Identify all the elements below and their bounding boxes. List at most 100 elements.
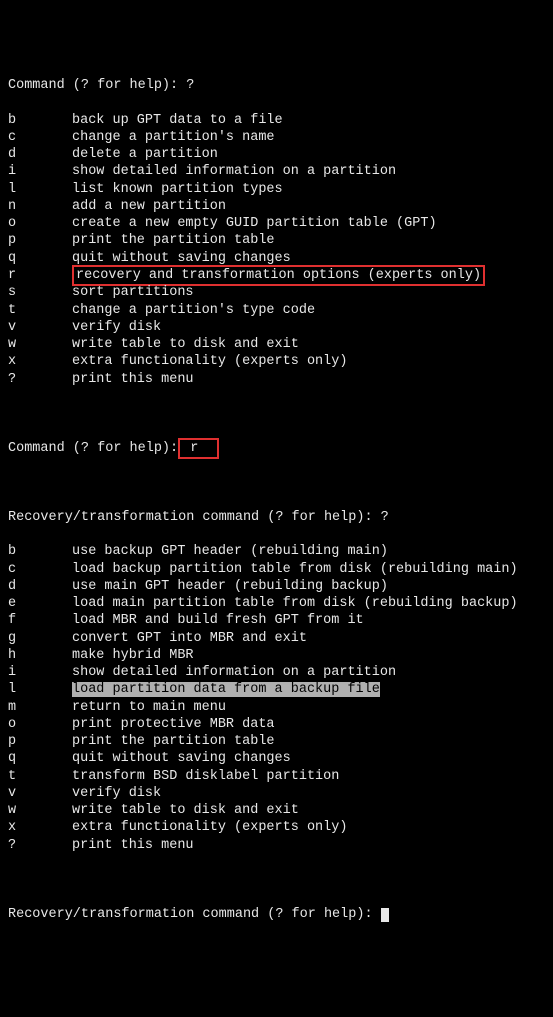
menu-key: e [8,595,72,612]
menu-key: m [8,699,72,716]
menu-item: tchange a partition's type code [8,302,545,319]
menu-item: cload backup partition table from disk (… [8,561,545,578]
menu-item: ?print this menu [8,837,545,854]
menu-description: use main GPT header (rebuilding backup) [72,579,388,594]
menu-key: v [8,319,72,336]
prompt-line-2: Command (? for help): r [8,440,545,457]
menu-item: qquit without saving changes [8,750,545,767]
menu-key: l [8,681,72,698]
main-menu: bback up GPT data to a filecchange a par… [8,112,545,388]
menu-description: load partition data from a backup file [72,682,380,697]
prompt-line: Command (? for help): ? [8,77,545,94]
menu-description: sort partitions [72,285,194,300]
menu-key: n [8,198,72,215]
menu-item: xextra functionality (experts only) [8,819,545,836]
menu-description: delete a partition [72,147,218,162]
menu-key: ? [8,371,72,388]
menu-key: x [8,353,72,370]
cursor-icon [381,908,389,922]
menu-key: x [8,819,72,836]
menu-item: vverify disk [8,785,545,802]
menu-item: vverify disk [8,319,545,336]
menu-key: o [8,215,72,232]
menu-item: pprint the partition table [8,733,545,750]
menu-description: make hybrid MBR [72,648,194,663]
menu-key: l [8,181,72,198]
menu-description: return to main menu [72,700,226,715]
menu-description: print protective MBR data [72,717,275,732]
menu-description: verify disk [72,786,161,801]
menu-description: load backup partition table from disk (r… [72,562,518,577]
menu-key: w [8,336,72,353]
menu-description: use backup GPT header (rebuilding main) [72,544,388,559]
menu-item: xextra functionality (experts only) [8,353,545,370]
menu-item: hmake hybrid MBR [8,647,545,664]
menu-description: quit without saving changes [72,251,291,266]
menu-description: recovery and transformation options (exp… [72,265,485,286]
menu-item: bback up GPT data to a file [8,112,545,129]
menu-description: list known partition types [72,182,283,197]
menu-item: ssort partitions [8,284,545,301]
menu-key: r [8,267,72,284]
menu-key: d [8,146,72,163]
menu-description: extra functionality (experts only) [72,354,347,369]
menu-key: f [8,612,72,629]
menu-key: s [8,284,72,301]
blank-line [8,405,545,422]
menu-item: eload main partition table from disk (re… [8,595,545,612]
menu-description: transform BSD disklabel partition [72,769,339,784]
menu-key: q [8,250,72,267]
menu-key: c [8,561,72,578]
menu-description: load MBR and build fresh GPT from it [72,613,364,628]
menu-item: rrecovery and transformation options (ex… [8,267,545,284]
menu-key: p [8,232,72,249]
menu-description: print this menu [72,838,194,853]
menu-key: p [8,733,72,750]
menu-key: g [8,630,72,647]
menu-description: show detailed information on a partition [72,665,396,680]
menu-item: lload partition data from a backup file [8,681,545,698]
menu-description: convert GPT into MBR and exit [72,631,307,646]
menu-description: change a partition's type code [72,303,315,318]
menu-key: v [8,785,72,802]
menu-key: o [8,716,72,733]
menu-item: pprint the partition table [8,232,545,249]
menu-description: write table to disk and exit [72,337,299,352]
menu-item: cchange a partition's name [8,129,545,146]
menu-description: extra functionality (experts only) [72,820,347,835]
menu-key: b [8,112,72,129]
menu-description: add a new partition [72,199,226,214]
menu-item: ishow detailed information on a partitio… [8,163,545,180]
menu-item: ocreate a new empty GUID partition table… [8,215,545,232]
menu-description: back up GPT data to a file [72,113,283,128]
menu-item: buse backup GPT header (rebuilding main) [8,543,545,560]
menu-item: fload MBR and build fresh GPT from it [8,612,545,629]
menu-item: wwrite table to disk and exit [8,336,545,353]
recovery-prompt: Recovery/transformation command (? for h… [8,509,545,526]
recovery-prompt-2[interactable]: Recovery/transformation command (? for h… [8,906,545,923]
blank-line [8,871,545,888]
menu-description: print the partition table [72,734,275,749]
menu-key: b [8,543,72,560]
recovery-menu: buse backup GPT header (rebuilding main)… [8,543,545,854]
menu-item: gconvert GPT into MBR and exit [8,630,545,647]
menu-item: ?print this menu [8,371,545,388]
menu-description: show detailed information on a partition [72,164,396,179]
menu-item: wwrite table to disk and exit [8,802,545,819]
menu-key: i [8,664,72,681]
blank-line [8,474,545,491]
menu-item: llist known partition types [8,181,545,198]
menu-key: t [8,768,72,785]
menu-item: mreturn to main menu [8,699,545,716]
menu-item: ishow detailed information on a partitio… [8,664,545,681]
menu-item: oprint protective MBR data [8,716,545,733]
menu-description: change a partition's name [72,130,275,145]
typed-command-box: r [178,438,218,459]
menu-description: create a new empty GUID partition table … [72,216,437,231]
menu-description: write table to disk and exit [72,803,299,818]
menu-key: i [8,163,72,180]
menu-item: duse main GPT header (rebuilding backup) [8,578,545,595]
menu-description: load main partition table from disk (reb… [72,596,518,611]
menu-description: print this menu [72,372,194,387]
menu-description: print the partition table [72,233,275,248]
